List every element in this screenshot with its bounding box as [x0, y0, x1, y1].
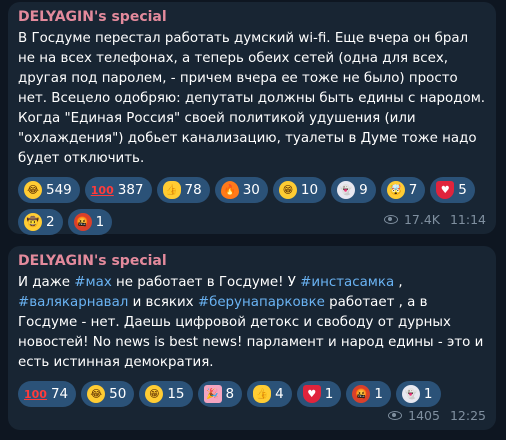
reaction-rofl[interactable]: 😂 50: [81, 381, 135, 407]
fire-emoji-icon: 🔥: [220, 181, 239, 199]
reaction-party-popper[interactable]: 🎉 8: [197, 381, 243, 407]
heart-emoji-icon: ♥: [436, 181, 455, 199]
reaction-hundred[interactable]: 100 387: [84, 177, 152, 203]
reaction-count: 1: [95, 214, 105, 230]
reaction-cursing-face[interactable]: 🤬 1: [346, 381, 391, 407]
grin-emoji-icon: 😁: [145, 385, 164, 403]
reaction-grin[interactable]: 😁 15: [139, 381, 193, 407]
reaction-count: 1: [423, 386, 433, 402]
thumbs-up-emoji-icon: 👍: [253, 385, 272, 403]
exploding-head-emoji-icon: 🤯: [386, 181, 405, 199]
text-segment: и всяких: [128, 295, 198, 310]
channel-name[interactable]: DELYAGIN's special: [18, 252, 486, 270]
post-text: В Госдуме перестал работать думский wi-f…: [18, 31, 486, 166]
reaction-fire[interactable]: 🔥 30: [214, 177, 268, 203]
cursing-face-emoji-icon: 🤬: [352, 385, 371, 403]
rofl-emoji-icon: 😂: [24, 181, 42, 199]
reaction-count: 1: [374, 386, 383, 402]
reaction-thumbs-up[interactable]: 👍 78: [156, 177, 210, 203]
view-count: 1405: [408, 408, 440, 423]
reaction-count: 4: [275, 386, 284, 402]
reaction-ghost[interactable]: 👻 9: [331, 177, 376, 203]
reaction-count: 74: [50, 386, 69, 402]
eye-icon: [383, 215, 398, 224]
reactions-bar: 100 74 😂 50 😁 15 🎉 8 👍 4 ♥ 1 🤬 1 👻 1: [18, 381, 486, 407]
view-count: 17.4K: [403, 212, 440, 227]
party-popper-emoji-icon: 🎉: [203, 385, 222, 403]
text-segment: И даже: [18, 275, 75, 290]
reaction-thumbs-up[interactable]: 👍 4: [247, 381, 292, 407]
reaction-heart[interactable]: ♥ 1: [296, 381, 342, 407]
hundred-emoji-icon: 100: [24, 387, 47, 401]
reaction-ghost[interactable]: 👻 1: [395, 381, 441, 407]
reaction-count: 9: [359, 182, 368, 198]
cowboy-emoji-icon: 🤠: [24, 213, 42, 231]
reaction-count: 15: [167, 386, 185, 402]
eye-icon: [388, 411, 403, 420]
reaction-count: 5: [458, 182, 467, 198]
text-segment: ,: [394, 275, 403, 290]
hashtag-link[interactable]: #валякарнавал: [18, 295, 128, 310]
reaction-grin[interactable]: 😁 10: [272, 177, 327, 203]
hashtag-link[interactable]: #мах: [74, 275, 111, 290]
reaction-count: 10: [300, 182, 319, 198]
heart-emoji-icon: ♥: [302, 385, 321, 403]
reaction-hundred[interactable]: 100 74: [18, 381, 77, 407]
channel-name[interactable]: DELYAGIN's special: [18, 8, 486, 26]
reaction-cursing-face[interactable]: 🤬 1: [67, 209, 113, 235]
hashtag-link[interactable]: #инстасамка: [300, 275, 394, 290]
post-text: И даже #мах не работает в Госдуме! У #ин…: [18, 273, 486, 373]
rofl-emoji-icon: 😂: [87, 385, 106, 403]
reaction-count: 2: [46, 214, 55, 230]
hashtag-link[interactable]: #берунапарковке: [198, 295, 325, 310]
reaction-cowboy[interactable]: 🤠 2: [18, 209, 63, 235]
grin-emoji-icon: 😁: [278, 181, 297, 199]
ghost-emoji-icon: 👻: [337, 181, 356, 199]
reaction-count: 78: [184, 182, 202, 198]
reaction-rofl[interactable]: 😂 549: [18, 177, 80, 203]
reaction-count: 387: [117, 182, 144, 198]
post-time: 11:14: [449, 212, 486, 227]
post-time: 12:25: [449, 408, 486, 423]
reaction-count: 50: [109, 386, 127, 402]
cursing-face-emoji-icon: 🤬: [73, 213, 92, 231]
reaction-count: 549: [46, 182, 72, 198]
reaction-exploding-head[interactable]: 🤯 7: [380, 177, 426, 203]
reaction-heart[interactable]: ♥ 5: [430, 177, 475, 203]
post-meta: 17.4K 11:14: [383, 212, 486, 227]
ghost-emoji-icon: 👻: [401, 385, 420, 403]
post-meta: 1405 12:25: [388, 408, 486, 423]
text-segment: не работает в Госдуме! У: [111, 275, 301, 290]
channel-post[interactable]: DELYAGIN's special И даже #мах не работа…: [8, 246, 496, 430]
thumbs-up-emoji-icon: 👍: [162, 181, 181, 199]
hundred-emoji-icon: 100: [90, 183, 114, 197]
reaction-count: 7: [408, 182, 418, 198]
channel-post[interactable]: DELYAGIN's special В Госдуме перестал ра…: [8, 2, 496, 235]
reaction-count: 8: [225, 386, 235, 402]
reaction-count: 30: [242, 182, 260, 198]
reaction-count: 1: [324, 386, 334, 402]
